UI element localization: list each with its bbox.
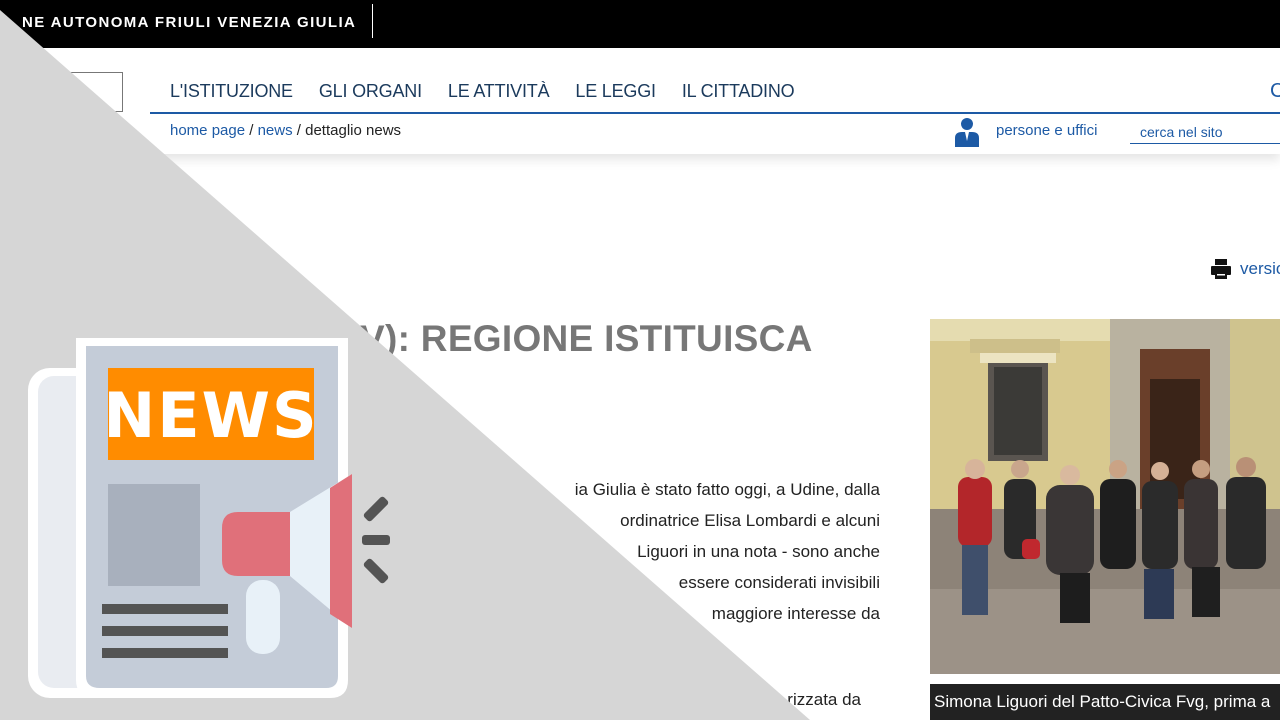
top-bar: NE AUTONOMA FRIULI VENEZIA GIULIA — [0, 0, 1280, 48]
search-input[interactable] — [1130, 121, 1280, 144]
topbar-separator — [372, 4, 373, 38]
text-line-icon — [102, 626, 228, 636]
news-badge-text: NEWS — [103, 379, 318, 452]
body-line: maggiore interesse da — [711, 604, 880, 623]
newspaper-page — [38, 376, 328, 688]
breadcrumb-news[interactable]: news — [258, 122, 293, 139]
breadcrumb-sep: / — [292, 122, 306, 139]
text-line-icon — [102, 648, 228, 658]
article-body: ia Giulia è stato fatto oggi, a Udine, d… — [400, 474, 880, 629]
main-nav: L'ISTITUZIONE GLI ORGANI LE ATTIVITÀ LE … — [170, 81, 820, 102]
text-line-icon — [102, 604, 228, 614]
body-line-bottom: rizzata da — [787, 690, 861, 709]
nav-item-partial[interactable]: C — [1270, 80, 1280, 103]
badge-box — [108, 368, 314, 460]
nav-item-organi[interactable]: GLI ORGANI — [319, 81, 422, 102]
image-placeholder — [108, 484, 200, 586]
logo-box[interactable] — [0, 72, 123, 112]
persone-uffici-link[interactable]: persone e uffici — [996, 122, 1097, 139]
breadcrumb-current: dettaglio news — [305, 122, 402, 139]
nav-underline — [150, 112, 1280, 114]
print-version-link[interactable]: versio — [1210, 258, 1280, 280]
region-title[interactable]: NE AUTONOMA FRIULI VENEZIA GIULIA — [22, 14, 356, 31]
nav-item-cittadino[interactable]: IL CITTADINO — [682, 81, 795, 102]
breadcrumb-home[interactable]: home page — [170, 122, 245, 139]
body-line: Liguori in una nota - sono anche — [637, 542, 880, 561]
newspaper-front-inner — [86, 346, 338, 688]
nav-item-leggi[interactable]: LE LEGGI — [575, 81, 656, 102]
newspaper-front — [76, 338, 348, 698]
nav-item-attivita[interactable]: LE ATTIVITÀ — [448, 81, 550, 102]
printer-icon — [1211, 259, 1231, 279]
body-line: ia Giulia è stato fatto oggi, a Udine, d… — [574, 480, 880, 499]
main-header: L'ISTITUZIONE GLI ORGANI LE ATTIVITÀ LE … — [0, 48, 1280, 154]
breadcrumb-sep: / — [245, 122, 258, 139]
article-headline: V): REGIONE ISTITUISCA — [360, 318, 813, 359]
article-photo[interactable] — [930, 319, 1280, 674]
megaphone-icon — [222, 474, 390, 654]
breadcrumb: home page / news / dettaglio news — [170, 122, 401, 139]
print-version-label: versio — [1240, 259, 1280, 278]
photo-caption: Simona Liguori del Patto-Civica Fvg, pri… — [930, 684, 1280, 720]
newspaper-back — [28, 368, 338, 698]
body-line: ordinatrice Elisa Lombardi e alcuni — [620, 511, 880, 530]
nav-item-istituzione[interactable]: L'ISTITUZIONE — [170, 81, 293, 102]
person-icon[interactable] — [954, 117, 980, 147]
body-line: essere considerati invisibili — [678, 573, 880, 592]
